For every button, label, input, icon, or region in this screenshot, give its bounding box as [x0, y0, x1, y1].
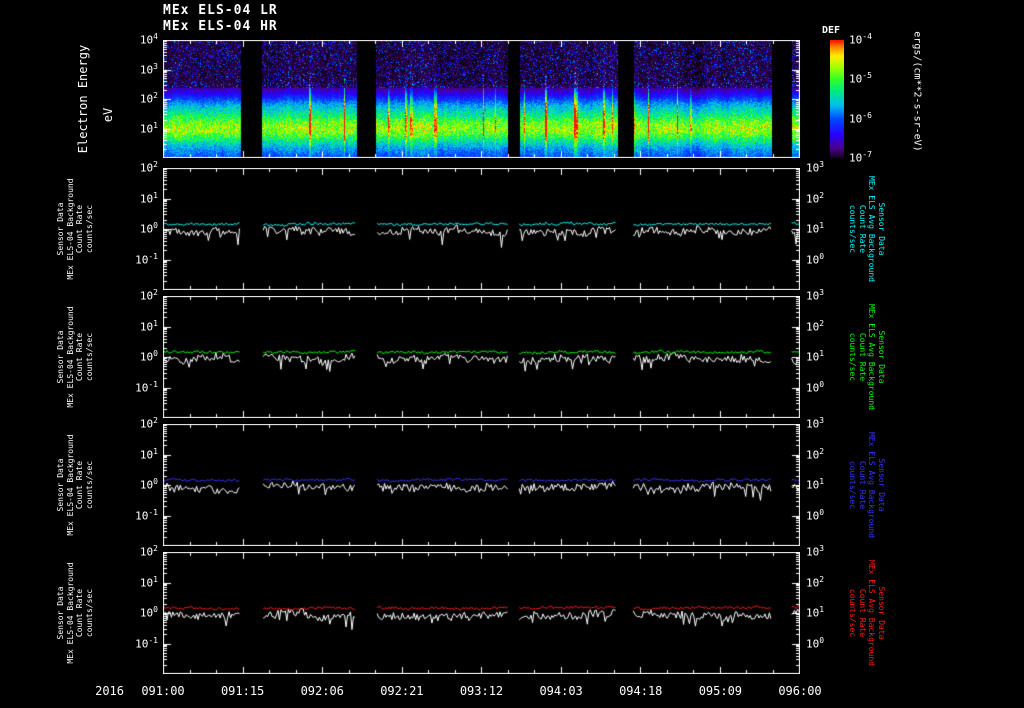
panel-1-left-axis-label: Sensor Data MEx ELS-04 Background Count … — [56, 178, 94, 280]
axis-tick-label: 102 — [139, 91, 158, 106]
colorbar-title: DEF — [822, 25, 841, 36]
axis-tick-label: 10-1 — [135, 379, 158, 395]
axis-tick-label: 10-1 — [135, 251, 158, 267]
count-rate-panel-3 — [163, 424, 800, 546]
axis-tick-label: 101 — [139, 318, 158, 334]
colorbar — [830, 40, 844, 158]
x-axis-tick-label: 091:15 — [220, 684, 265, 698]
axis-tick-label: 101 — [139, 446, 158, 462]
axis-tick-label: 101 — [806, 477, 825, 492]
axis-tick-label: 100 — [806, 251, 825, 267]
electron-energy-spectrogram — [163, 40, 800, 158]
axis-tick-label: 100 — [139, 349, 158, 364]
colorbar-units-label: ergs/(cm**2-s-sr-eV) — [911, 31, 923, 152]
x-axis-tick-label: 095:09 — [698, 684, 743, 698]
axis-tick-label: 103 — [806, 416, 825, 431]
panel-2-left-axis-label: Sensor Data MEx ELS-04 Background Count … — [56, 306, 94, 408]
axis-tick-label: 100 — [806, 507, 825, 523]
axis-tick-label: 100 — [806, 635, 825, 651]
count-rate-panel-4 — [163, 552, 800, 674]
axis-tick-label: 101 — [806, 605, 825, 620]
x-axis-tick-label: 091:00 — [141, 684, 185, 698]
axis-tick-label: 103 — [806, 288, 825, 303]
spectrogram-y-axis-units: eV — [101, 107, 115, 123]
panel-3-left-axis-label: Sensor Data MEx ELS-04 Background Count … — [56, 434, 94, 536]
axis-tick-label: 10-1 — [135, 635, 158, 651]
axis-tick-label: 102 — [139, 160, 158, 175]
axis-tick-label: 101 — [139, 574, 158, 590]
axis-tick-label: 101 — [806, 221, 825, 236]
axis-tick-label: 102 — [139, 288, 158, 303]
count-rate-panel-2 — [163, 296, 800, 418]
panel-4-left-axis-label: Sensor Data MEx ELS-04 Background Count … — [56, 562, 94, 664]
axis-tick-label: 103 — [139, 61, 158, 77]
axis-tick-label: 104 — [139, 32, 158, 47]
axis-tick-label: 100 — [139, 477, 158, 492]
x-axis-tick-label: 093:12 — [459, 684, 504, 698]
tplot-figure: MEx ELS-04 LR MEx ELS-04 HR Electron Ene… — [0, 0, 1024, 708]
axis-tick-label: 102 — [139, 416, 158, 431]
axis-tick-label: 101 — [139, 190, 158, 206]
axis-tick-label: 102 — [806, 318, 825, 334]
axis-tick-label: 100 — [139, 605, 158, 620]
x-axis-tick-label: 092:06 — [300, 684, 344, 698]
axis-tick-label: 10-1 — [135, 507, 158, 523]
x-axis-year-label: 2016 — [95, 684, 124, 698]
axis-tick-label: 101 — [806, 349, 825, 364]
axis-tick-label: 100 — [139, 221, 158, 236]
axis-tick-label: 10-6 — [849, 110, 872, 126]
axis-tick-label: 102 — [806, 574, 825, 590]
axis-tick-label: 102 — [139, 544, 158, 559]
axis-tick-label: 100 — [806, 379, 825, 395]
axis-tick-label: 103 — [806, 544, 825, 559]
axis-tick-label: 10-5 — [849, 71, 872, 86]
axis-tick-label: 10-4 — [849, 32, 872, 47]
x-axis-tick-label: 094:03 — [539, 684, 583, 698]
x-axis-tick-label: 096:00 — [778, 684, 822, 698]
axis-tick-label: 101 — [139, 120, 158, 136]
figure-title-hr: MEx ELS-04 HR — [163, 19, 278, 34]
spectrogram-y-axis-title: Electron Energy — [76, 44, 90, 154]
figure-title-lr: MEx ELS-04 LR — [163, 3, 278, 18]
x-axis-tick-label: 094:18 — [619, 684, 663, 698]
axis-tick-label: 102 — [806, 190, 825, 206]
axis-tick-label: 102 — [806, 446, 825, 462]
x-axis-tick-label: 092:21 — [380, 684, 424, 698]
axis-tick-label: 103 — [806, 160, 825, 175]
count-rate-panel-1 — [163, 168, 800, 290]
